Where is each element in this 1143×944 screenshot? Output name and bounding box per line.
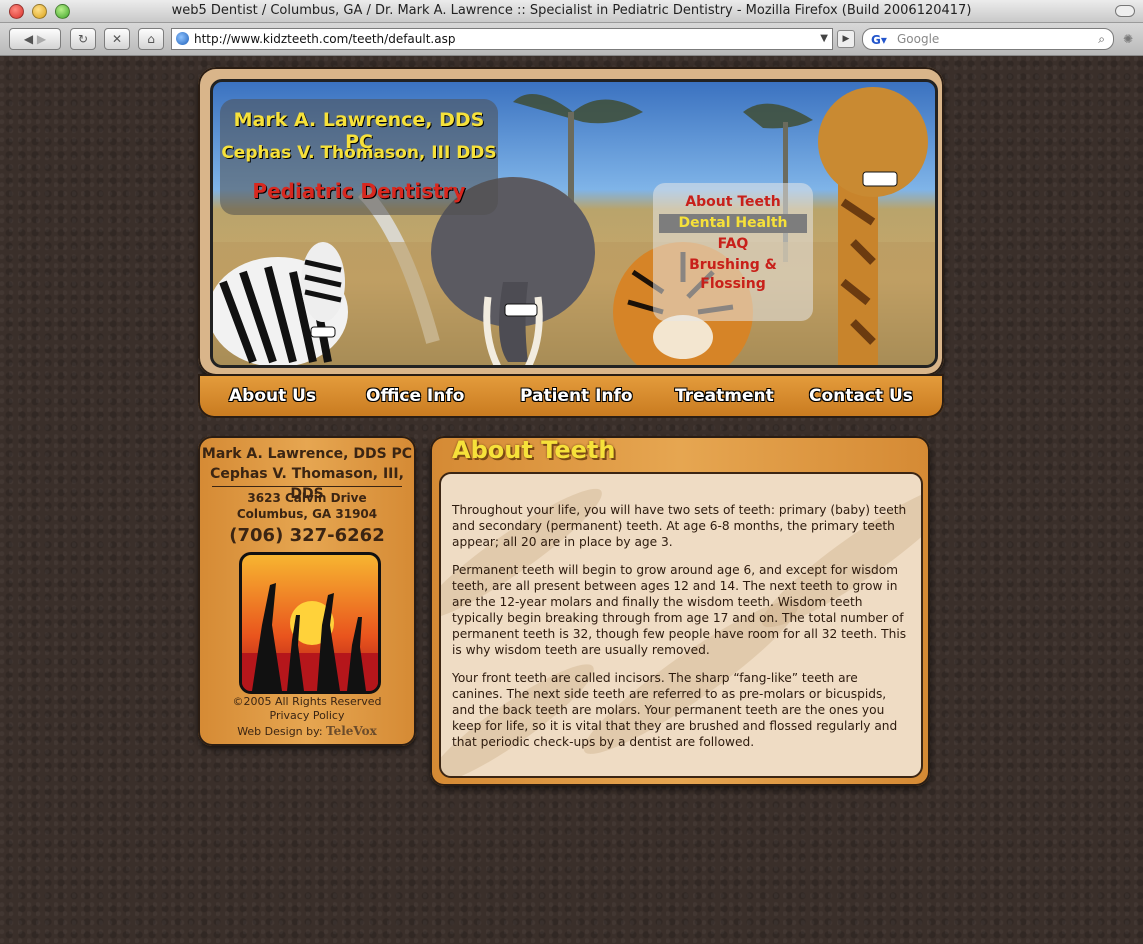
nav-treatment[interactable]: Treatment	[675, 386, 774, 406]
chevron-down-icon[interactable]: ▼	[820, 29, 828, 49]
televox-link[interactable]: TeleVox	[326, 724, 377, 738]
home-button[interactable]: ⌂	[138, 28, 164, 50]
article-text: Throughout your life, you will have two …	[452, 502, 912, 762]
toolbar-toggle-button[interactable]	[1115, 5, 1135, 17]
contact-sidebar: Mark A. Lawrence, DDS PC Cephas V. Thoma…	[198, 436, 416, 746]
window-titlebar: web5 Dentist / Columbus, GA / Dr. Mark A…	[0, 0, 1143, 23]
sidebar-divider	[212, 486, 402, 487]
nav-contact-us[interactable]: Contact Us	[809, 386, 913, 406]
stop-icon: ✕	[111, 32, 123, 46]
paragraph: Throughout your life, you will have two …	[452, 503, 907, 549]
site-header: Mark A. Lawrence, DDS PC Cephas V. Thoma…	[198, 67, 944, 376]
page-viewport: Mark A. Lawrence, DDS PC Cephas V. Thoma…	[0, 56, 1143, 944]
main-navigation: About Us Office Info Patient Info Treatm…	[198, 374, 944, 418]
submenu-about-teeth[interactable]: About Teeth	[659, 193, 807, 212]
site-icon	[176, 32, 189, 45]
loading-spinner-icon: ✺	[1122, 32, 1133, 46]
teeth-submenu: About Teeth Dental Health FAQ Brushing &…	[653, 183, 813, 321]
window-title: web5 Dentist / Columbus, GA / Dr. Mark A…	[171, 3, 972, 18]
practice-logo[interactable]: Mark A. Lawrence, DDS PC Cephas V. Thoma…	[220, 99, 498, 215]
forward-arrow-icon[interactable]: ▶	[37, 32, 46, 46]
address-bar[interactable]: http://www.kidzteeth.com/teeth/default.a…	[171, 28, 833, 50]
sidebar-city-address: Columbus, GA 31904	[236, 507, 378, 521]
address-url[interactable]: http://www.kidzteeth.com/teeth/default.a…	[194, 29, 455, 49]
page-title: About Teeth	[452, 436, 616, 464]
sidebar-phone: (706) 327-6262	[229, 525, 385, 546]
nav-about-us[interactable]: About Us	[229, 386, 316, 406]
copyright-notice: ©2005 All Rights Reserved	[232, 695, 382, 708]
search-placeholder[interactable]: Google	[897, 29, 939, 49]
web-design-label: Web Design by:	[237, 725, 323, 738]
paragraph: Permanent teeth will begin to grow aroun…	[452, 563, 907, 657]
back-forward-button[interactable]: ◀ ▶	[9, 28, 61, 50]
go-arrow-icon: ▶	[842, 34, 850, 44]
stop-button[interactable]: ✕	[104, 28, 130, 50]
giraffe-sunset-image	[239, 552, 381, 694]
paragraph: Your front teeth are called incisors. Th…	[452, 671, 898, 749]
google-engine-icon[interactable]: G▾	[871, 30, 887, 50]
reload-button[interactable]: ↻	[70, 28, 96, 50]
logo-line-3: Pediatric Dentistry	[252, 179, 466, 203]
privacy-policy-link[interactable]: Privacy Policy	[198, 709, 416, 722]
submenu-dental-health[interactable]: Dental Health	[659, 214, 807, 233]
sidebar-street-address: 3623 Calvin Drive	[247, 491, 367, 505]
logo-line-2: Cephas V. Thomason, III DDS	[221, 143, 497, 163]
search-field[interactable]: G▾ Google ⌕	[862, 28, 1114, 50]
back-arrow-icon[interactable]: ◀	[24, 32, 33, 46]
sidebar-dentist-1: Mark A. Lawrence, DDS PC	[201, 446, 413, 462]
content-panel: Throughout your life, you will have two …	[439, 472, 923, 778]
web-design-credit: Web Design by: TeleVox	[198, 724, 416, 738]
nav-patient-info[interactable]: Patient Info	[520, 386, 633, 406]
nav-office-info[interactable]: Office Info	[366, 386, 464, 406]
reload-icon: ↻	[77, 32, 89, 46]
browser-toolbar: ◀ ▶ ↻ ✕ ⌂ http://www.kidzteeth.com/teeth…	[0, 23, 1143, 56]
main-content: About Teeth Throughout your life, you wi…	[430, 436, 930, 786]
submenu-brushing-flossing[interactable]: Brushing & Flossing	[659, 256, 807, 294]
go-button[interactable]: ▶	[837, 30, 855, 48]
home-icon: ⌂	[147, 32, 155, 46]
search-icon[interactable]: ⌕	[1098, 29, 1105, 49]
submenu-faq[interactable]: FAQ	[659, 235, 807, 254]
